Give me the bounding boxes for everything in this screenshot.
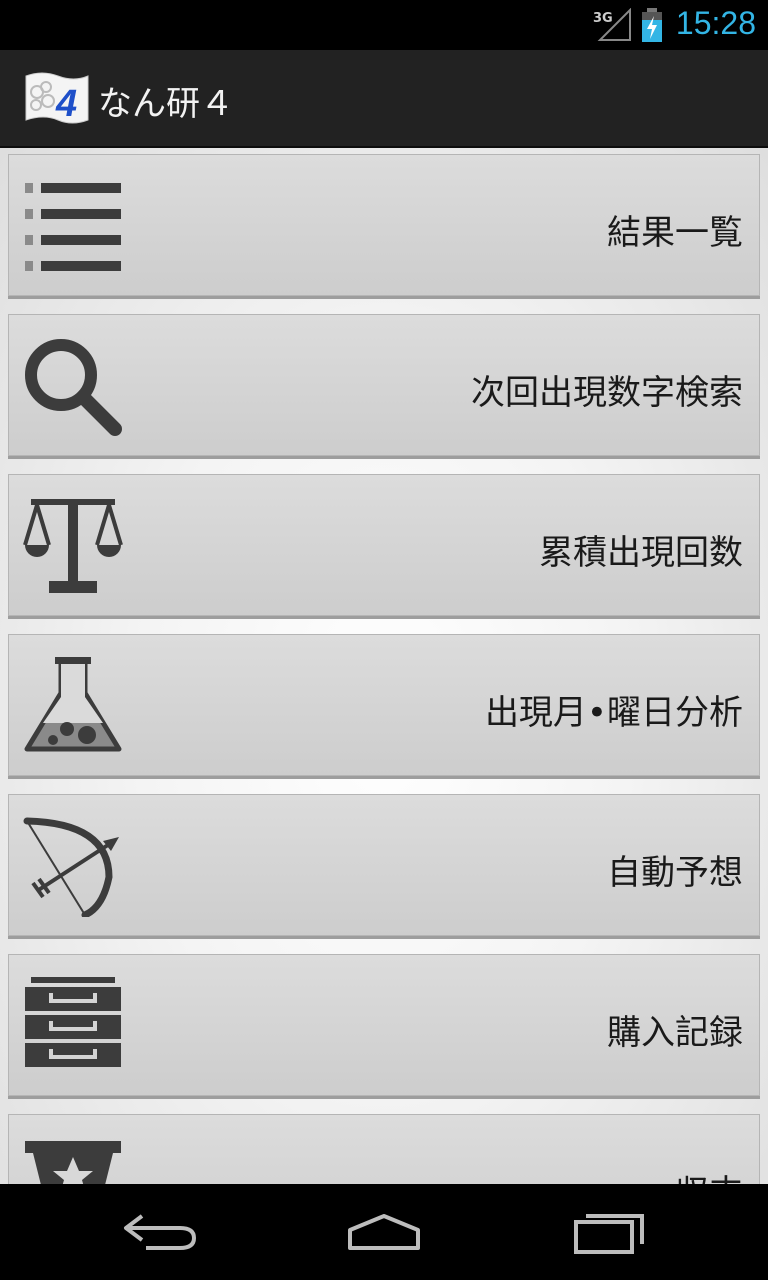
bow-arrow-icon	[23, 817, 119, 917]
menu-item-results-list[interactable]: 結果一覧	[8, 154, 760, 296]
list-icon	[25, 183, 121, 271]
flask-icon	[24, 657, 122, 752]
menu-item-label: 結果一覧	[607, 213, 743, 253]
menu-item-label: 収支	[675, 1165, 743, 1184]
recent-apps-icon[interactable]	[562, 1208, 658, 1256]
cabinet-icon	[25, 977, 121, 1067]
cellular-signal-icon: 3G	[593, 8, 631, 41]
status-bar: 3G 15:28	[0, 0, 768, 50]
menu-item-cumulative-count[interactable]: 累積出現回数	[8, 474, 760, 616]
flag-four-logo[interactable]: 4	[24, 70, 90, 126]
logo-digit: 4	[55, 83, 77, 125]
menu-item-next-number-search[interactable]: 次回出現数字検索	[8, 314, 760, 456]
menu-item-purchase-records[interactable]: 購入記録	[8, 954, 760, 1096]
magnifier-icon	[25, 339, 122, 436]
menu-item-month-weekday-analysis[interactable]: 出現月•曜日分析	[8, 634, 760, 776]
menu-item-label: 出現月•曜日分析	[484, 693, 743, 733]
trophy-icon	[25, 1141, 121, 1184]
app-title: なん研４	[98, 84, 234, 124]
menu-item-balance[interactable]: 収支	[8, 1114, 760, 1184]
menu-item-label: 自動予想	[607, 853, 743, 893]
menu-item-label: 購入記録	[607, 1013, 743, 1053]
status-clock: 15:28	[675, 5, 756, 41]
battery-charging-icon	[642, 8, 662, 42]
menu-list[interactable]: 結果一覧 次回出現数字検索 累積出現回数 出現月•曜日分析 自動予想 購入記録	[0, 148, 768, 1184]
scales-icon	[23, 499, 123, 593]
home-icon[interactable]	[336, 1208, 432, 1256]
back-icon[interactable]	[112, 1208, 208, 1256]
network-type: 3G	[593, 11, 613, 26]
menu-item-label: 累積出現回数	[539, 533, 743, 573]
menu-item-auto-prediction[interactable]: 自動予想	[8, 794, 760, 936]
action-bar: 4 なん研４	[0, 50, 768, 148]
system-nav-bar	[0, 1184, 768, 1280]
menu-item-label: 次回出現数字検索	[471, 373, 743, 413]
